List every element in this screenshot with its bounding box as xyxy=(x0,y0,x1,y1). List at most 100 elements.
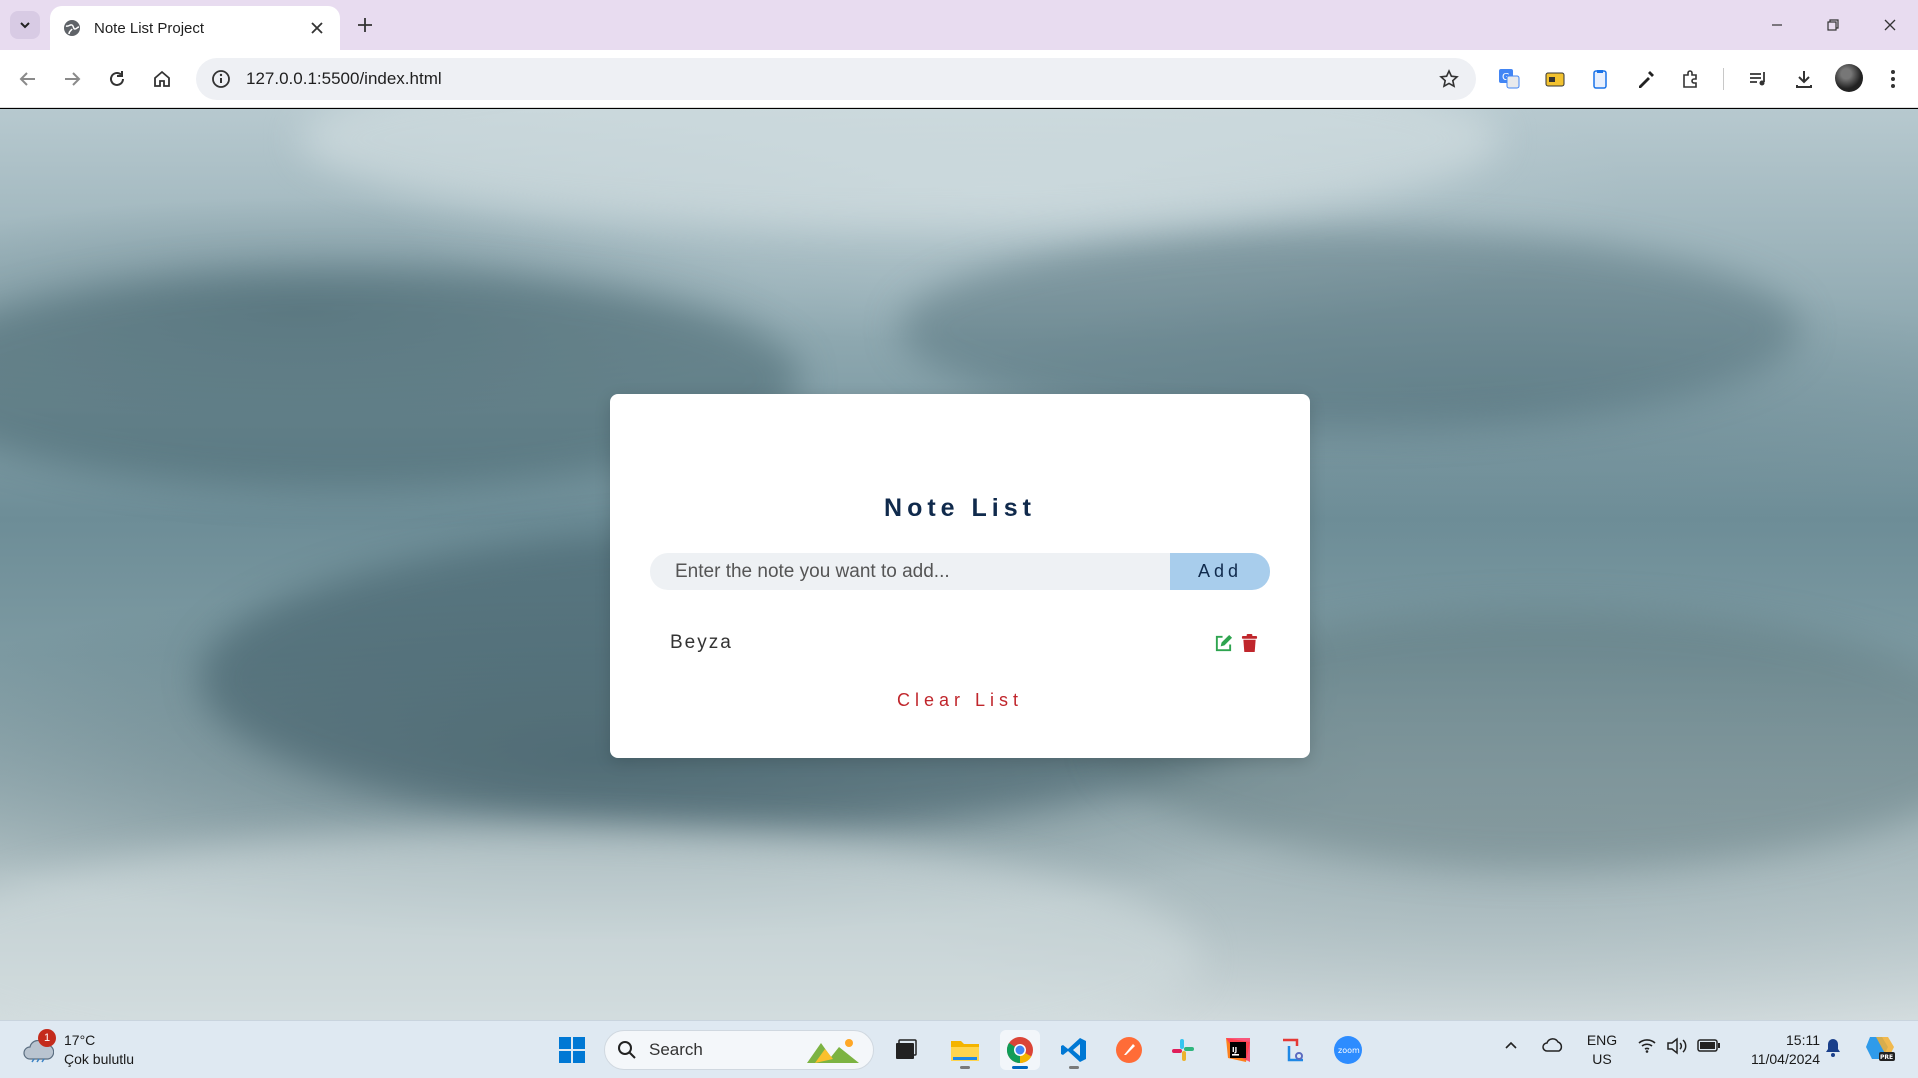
profile-avatar[interactable] xyxy=(1835,64,1863,92)
taskbar-search[interactable]: Search xyxy=(604,1030,874,1070)
windows-logo-icon xyxy=(559,1037,585,1063)
close-window-button[interactable] xyxy=(1870,8,1910,42)
copilot-icon[interactable]: PRE xyxy=(1864,1033,1896,1063)
notification-bell-icon[interactable] xyxy=(1824,1037,1842,1057)
address-bar[interactable]: 127.0.0.1:5500/index.html xyxy=(196,58,1476,100)
clock-date: 11/04/2024 xyxy=(1750,1051,1820,1067)
folder-extension-icon[interactable] xyxy=(1540,64,1570,94)
tab-search-button[interactable] xyxy=(10,11,40,39)
battery-icon[interactable] xyxy=(1697,1037,1721,1053)
download-icon[interactable] xyxy=(1789,64,1819,94)
slack-icon xyxy=(1172,1039,1194,1061)
note-text: Beyza xyxy=(670,632,733,653)
minimize-icon xyxy=(1772,24,1782,26)
app-running-indicator xyxy=(960,1066,970,1069)
media-control-icon[interactable] xyxy=(1743,64,1773,94)
weather-temperature: 17°C xyxy=(64,1032,96,1048)
vscode-icon xyxy=(1061,1038,1086,1062)
bookmark-star-icon[interactable] xyxy=(1436,66,1462,92)
close-icon xyxy=(1884,19,1896,31)
toolbar-separator xyxy=(1723,68,1724,90)
chrome-icon xyxy=(1006,1037,1033,1064)
folder-icon xyxy=(951,1041,979,1061)
svg-text:zoom: zoom xyxy=(1338,1046,1360,1055)
reload-button[interactable] xyxy=(101,63,133,95)
snipping-tool-icon xyxy=(1283,1038,1303,1062)
note-input-row: Add xyxy=(650,553,1270,590)
browser-tab[interactable]: Note List Project xyxy=(50,6,340,50)
arrow-right-icon xyxy=(65,72,81,86)
svg-text:PRE: PRE xyxy=(1880,1054,1893,1061)
restore-icon xyxy=(1827,19,1839,31)
list-item: Beyza xyxy=(670,628,1260,658)
restore-button[interactable] xyxy=(1813,8,1853,42)
svg-text:IJ: IJ xyxy=(1232,1046,1237,1054)
chevron-down-icon xyxy=(20,22,30,29)
add-button[interactable]: Add xyxy=(1170,553,1270,590)
url-text[interactable]: 127.0.0.1:5500/index.html xyxy=(246,69,1436,89)
minimize-button[interactable] xyxy=(1757,8,1797,42)
chrome-app[interactable] xyxy=(1000,1030,1040,1070)
clipboard-extension-icon[interactable] xyxy=(1585,64,1615,94)
clear-list-button[interactable]: Clear List xyxy=(610,690,1310,711)
language-code: ENG xyxy=(1586,1032,1618,1048)
onedrive-icon[interactable] xyxy=(1541,1037,1565,1053)
edit-icon[interactable] xyxy=(1212,632,1234,654)
site-info-icon[interactable] xyxy=(210,68,232,90)
trash-icon[interactable] xyxy=(1238,632,1260,654)
plus-icon xyxy=(358,18,372,32)
translate-extension-icon[interactable]: G xyxy=(1494,64,1524,94)
extensions-puzzle-icon[interactable] xyxy=(1676,64,1706,94)
home-button[interactable] xyxy=(146,63,178,95)
browser-tab-strip: Note List Project xyxy=(0,0,1918,50)
app-running-indicator xyxy=(1069,1066,1079,1069)
clock-time: 15:11 xyxy=(1786,1032,1820,1048)
system-clock[interactable]: 15:11 11/04/2024 xyxy=(1736,1031,1820,1069)
notification-badge: 1 xyxy=(38,1029,56,1047)
app-active-indicator xyxy=(1012,1066,1028,1069)
taskbar: 1 17°C Çok bulutlu Search IJ zoom ENG US… xyxy=(0,1020,1918,1078)
new-tab-button[interactable] xyxy=(352,12,378,38)
globe-icon xyxy=(62,18,82,38)
weather-description: Çok bulutlu xyxy=(64,1051,135,1067)
zoom-app[interactable]: zoom xyxy=(1328,1030,1368,1070)
postman-app[interactable] xyxy=(1109,1030,1149,1070)
forward-button[interactable] xyxy=(56,63,88,95)
back-button[interactable] xyxy=(12,63,44,95)
browser-menu-icon[interactable] xyxy=(1878,64,1908,94)
file-explorer-app[interactable] xyxy=(945,1030,985,1070)
eyedropper-extension-icon[interactable] xyxy=(1631,64,1661,94)
language-indicator[interactable]: ENG US xyxy=(1586,1031,1618,1069)
task-view-button[interactable] xyxy=(886,1030,926,1070)
vscode-app[interactable] xyxy=(1054,1030,1094,1070)
keyboard-region: US xyxy=(1592,1051,1612,1067)
zoom-icon: zoom xyxy=(1334,1036,1362,1064)
task-view-icon xyxy=(896,1039,917,1059)
intellij-icon: IJ xyxy=(1226,1038,1250,1062)
slack-app[interactable] xyxy=(1163,1030,1203,1070)
note-input[interactable] xyxy=(650,553,1170,590)
note-list-card: Note List Add Beyza Clear List xyxy=(610,394,1310,758)
tab-close-icon[interactable] xyxy=(306,17,328,39)
tab-title: Note List Project xyxy=(94,19,205,37)
page-viewport: Note List Add Beyza Clear List xyxy=(0,109,1918,1020)
search-label: Search xyxy=(649,1040,703,1059)
home-icon xyxy=(154,70,170,87)
start-button[interactable] xyxy=(552,1030,592,1070)
reload-icon xyxy=(110,71,124,86)
weather-widget[interactable]: 1 17°C Çok bulutlu xyxy=(20,1029,160,1071)
browser-toolbar: 127.0.0.1:5500/index.html G xyxy=(0,50,1918,108)
search-highlight-icon xyxy=(807,1039,859,1063)
chevron-up-icon xyxy=(1505,1041,1517,1049)
postman-icon xyxy=(1116,1037,1142,1063)
page-title: Note List xyxy=(884,494,1036,522)
snipping-tool-app[interactable] xyxy=(1273,1030,1313,1070)
search-icon xyxy=(618,1041,636,1059)
volume-icon[interactable] xyxy=(1666,1037,1688,1055)
arrow-left-icon xyxy=(19,72,35,86)
wifi-icon[interactable] xyxy=(1637,1037,1657,1053)
sand-dune-shape xyxy=(0,829,1200,1020)
sand-dune-shape xyxy=(300,109,1500,229)
intellij-app[interactable]: IJ xyxy=(1218,1030,1258,1070)
show-hidden-icons-button[interactable] xyxy=(1503,1037,1519,1053)
